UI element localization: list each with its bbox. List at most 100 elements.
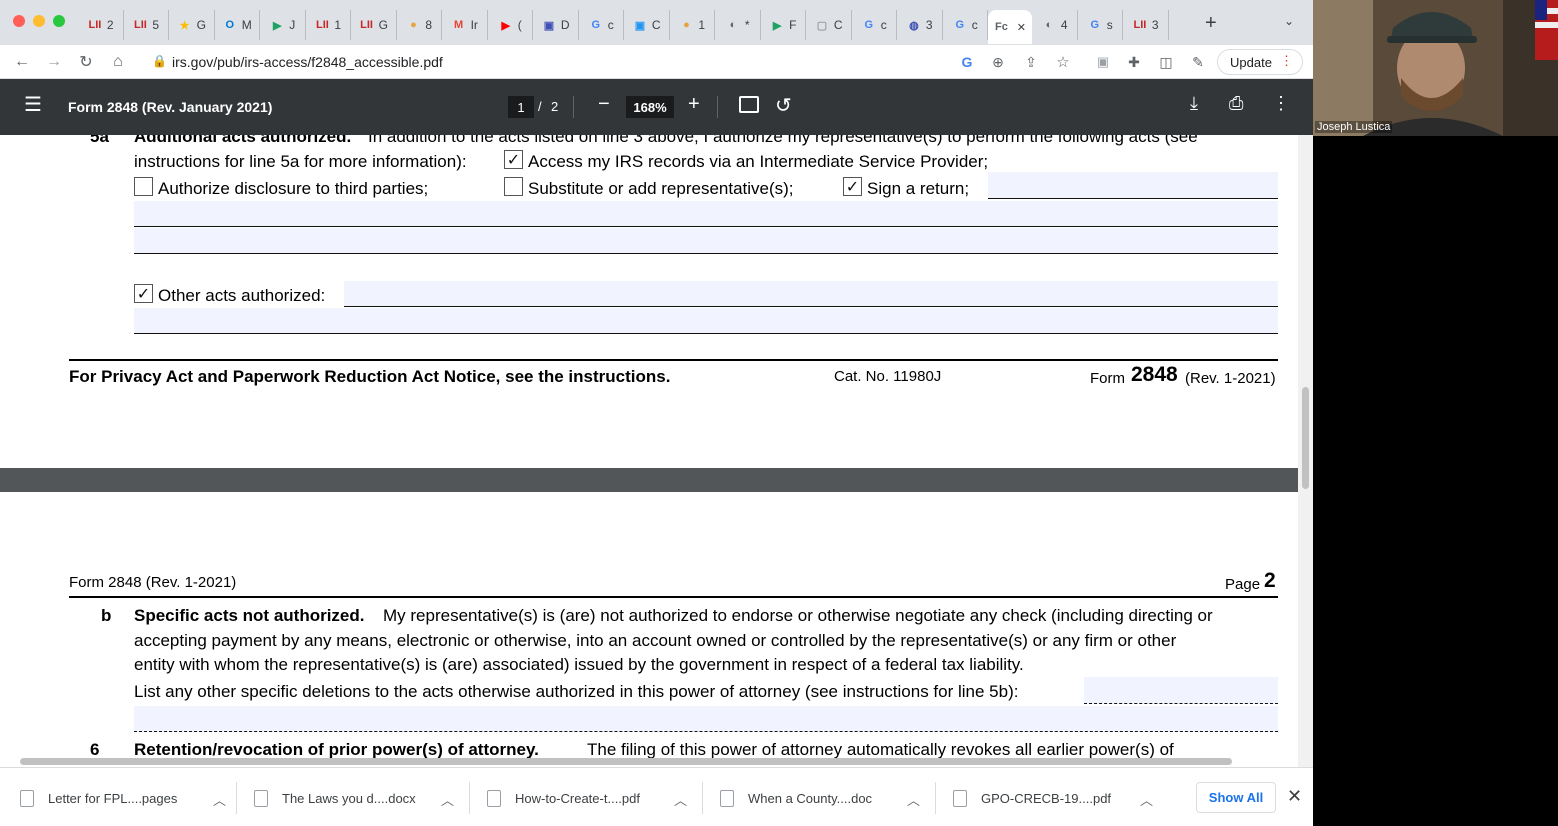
video-tile: Joseph Lustica (1313, 0, 1558, 136)
show-all-button[interactable]: Show All (1196, 782, 1276, 813)
browser-tab[interactable]: LII G (351, 10, 397, 40)
maximize-window-icon[interactable] (53, 15, 65, 27)
chevron-up-icon[interactable]: ︿ (213, 790, 226, 809)
chevron-up-icon[interactable]: ︿ (674, 790, 687, 809)
download-item[interactable]: When a County....doc ︿ (720, 778, 920, 818)
other-acts-field-1[interactable] (344, 281, 1278, 307)
download-item[interactable]: Letter for FPL....pages ︿ (20, 778, 226, 818)
line-5a-text: In addition to the acts listed on line 3… (368, 135, 1198, 146)
tab-favicon-icon: LII (1133, 19, 1147, 31)
checkbox-other-acts[interactable]: ✓ (134, 284, 153, 303)
close-tab-icon[interactable]: ✕ (1017, 21, 1026, 34)
update-button[interactable]: Update ⋮ (1217, 49, 1303, 75)
zoom-out-icon[interactable]: − (598, 93, 610, 116)
vertical-scrollbar-thumb[interactable] (1302, 387, 1309, 489)
rotate-icon[interactable]: ↺ (775, 93, 792, 118)
deletions-field-1[interactable] (1084, 677, 1278, 704)
horizontal-scrollbar-thumb[interactable] (20, 758, 1232, 765)
hamburger-menu-icon[interactable]: ☰ (24, 95, 42, 115)
cat-number: Cat. No. 11980J (834, 368, 942, 385)
browser-tab[interactable]: Gc (579, 10, 624, 40)
vertical-scrollbar[interactable] (1298, 135, 1313, 767)
pdf-viewer[interactable]: 5a Additional acts authorized. In additi… (0, 135, 1313, 767)
more-options-icon[interactable]: ⋮ (1272, 93, 1290, 114)
download-item[interactable]: How-to-Create-t....pdf ︿ (487, 778, 687, 818)
additional-acts-field-1[interactable] (134, 201, 1278, 227)
option-disclose-label: Authorize disclosure to third parties; (158, 179, 429, 198)
downloads-bar: Letter for FPL....pages ︿ The Laws you d.… (0, 767, 1313, 826)
page2-header-form: Form 2848 (Rev. 1-2021) (69, 574, 237, 591)
bookmark-star-icon[interactable]: ☆ (1051, 51, 1075, 73)
zoom-icon[interactable]: ⊕ (986, 51, 1010, 73)
browser-tab[interactable]: Gc (943, 10, 988, 40)
browser-tab[interactable]: ▢ C (806, 10, 852, 40)
browser-tab[interactable]: ● 8 (397, 10, 442, 40)
browser-tab[interactable]: ◐ * (715, 10, 761, 40)
browser-tab[interactable]: Gs (1078, 10, 1123, 40)
checkbox-sign-return[interactable]: ✓ (843, 177, 862, 196)
tab-favicon-icon: ▶ (772, 19, 782, 32)
chevron-up-icon[interactable]: ︿ (1140, 790, 1153, 809)
print-icon[interactable]: ⎙ (1229, 93, 1243, 114)
extensions-puzzle-icon[interactable]: ✚ (1122, 51, 1146, 73)
address-bar[interactable]: 🔒 irs.gov/pub/irs-access/f2848_accessibl… (144, 47, 1084, 77)
google-lens-icon[interactable]: G (955, 51, 979, 73)
home-icon[interactable]: ⌂ (106, 51, 130, 73)
browser-tab[interactable]: Gc (852, 10, 897, 40)
browser-tab[interactable]: LII 1 (306, 10, 351, 40)
other-acts-field-2[interactable] (134, 308, 1278, 334)
browser-tab[interactable]: M Ir (442, 10, 488, 40)
browser-tab[interactable]: ◐ 4 (1032, 10, 1078, 40)
chevron-up-icon[interactable]: ︿ (907, 790, 920, 809)
page-number-input[interactable]: 1 (508, 96, 534, 118)
pdf-page-2: Form 2848 (Rev. 1-2021) Page 2 b Specifi… (0, 492, 1298, 767)
new-tab-icon[interactable]: + (1205, 12, 1217, 35)
close-window-icon[interactable] (13, 15, 25, 27)
browser-tab[interactable]: ◍ 3 (897, 10, 943, 40)
browser-tab[interactable]: ▶ F (761, 10, 806, 40)
browser-tab[interactable]: LII 3 (1123, 10, 1169, 40)
additional-acts-field-2[interactable] (134, 228, 1278, 254)
browser-tab[interactable]: ● 1 (670, 10, 715, 40)
browser-tab[interactable]: LII 5 (124, 10, 169, 40)
tab-favicon-icon: ▶ (501, 19, 510, 32)
forward-arrow-icon[interactable]: → (42, 51, 66, 73)
tab-label: 1 (334, 18, 342, 32)
download-icon[interactable]: ⤓ (1190, 93, 1198, 114)
checkbox-ise-access[interactable]: ✓ (504, 150, 523, 169)
checkbox-substitute-rep[interactable] (504, 177, 523, 196)
browser-tab[interactable]: OM (215, 10, 260, 40)
fit-page-icon[interactable] (739, 96, 759, 113)
browser-tab[interactable]: ★ G (169, 10, 215, 40)
sign-return-field[interactable] (988, 172, 1278, 199)
extension-icon[interactable]: ▣ (1091, 51, 1115, 73)
side-panel-icon[interactable]: ◫ (1154, 51, 1178, 73)
checkbox-disclose-third-parties[interactable] (134, 177, 153, 196)
tab-label: 3 (925, 18, 933, 32)
browser-tab[interactable]: ▶ J (260, 10, 306, 40)
tab-search-chevron-icon[interactable]: ⌄ (1284, 14, 1294, 28)
download-item[interactable]: GPO-CRECB-19....pdf ︿ (953, 778, 1153, 818)
profile-icon[interactable]: ✎ (1186, 51, 1210, 73)
zoom-level-input[interactable]: 168% (626, 96, 674, 118)
back-arrow-icon[interactable]: ← (10, 51, 34, 73)
tab-strip: LII 2 LII 5 ★ G O M ▶ J LII 1 LII G ● 8 M Ir ▶(▣ D Gc ▣ C ● 1 ◐ * ▶… (0, 0, 1313, 45)
browser-tab[interactable]: LII 2 (78, 10, 124, 40)
download-item[interactable]: The Laws you d....docx ︿ (254, 778, 454, 818)
browser-tab[interactable]: Fc ✕ (988, 10, 1032, 44)
reload-icon[interactable]: ↻ (74, 51, 98, 73)
minimize-window-icon[interactable] (33, 15, 45, 27)
deletions-field-2[interactable] (134, 706, 1278, 732)
document-icon (720, 789, 734, 807)
share-icon[interactable]: ⇪ (1019, 51, 1043, 73)
line-6-heading: Retention/revocation of prior power(s) o… (134, 740, 539, 759)
zoom-in-icon[interactable]: + (688, 93, 700, 116)
browser-tab[interactable]: ▣ C (624, 10, 670, 40)
page-separator: / (538, 99, 542, 114)
browser-tab[interactable]: ▣ D (533, 10, 579, 40)
browser-tab[interactable]: ▶( (488, 10, 533, 40)
line-5a-heading: Additional acts authorized. (134, 135, 352, 146)
close-downloads-icon[interactable]: ✕ (1287, 786, 1302, 807)
download-filename: GPO-CRECB-19....pdf (981, 790, 1112, 806)
chevron-up-icon[interactable]: ︿ (441, 790, 454, 809)
